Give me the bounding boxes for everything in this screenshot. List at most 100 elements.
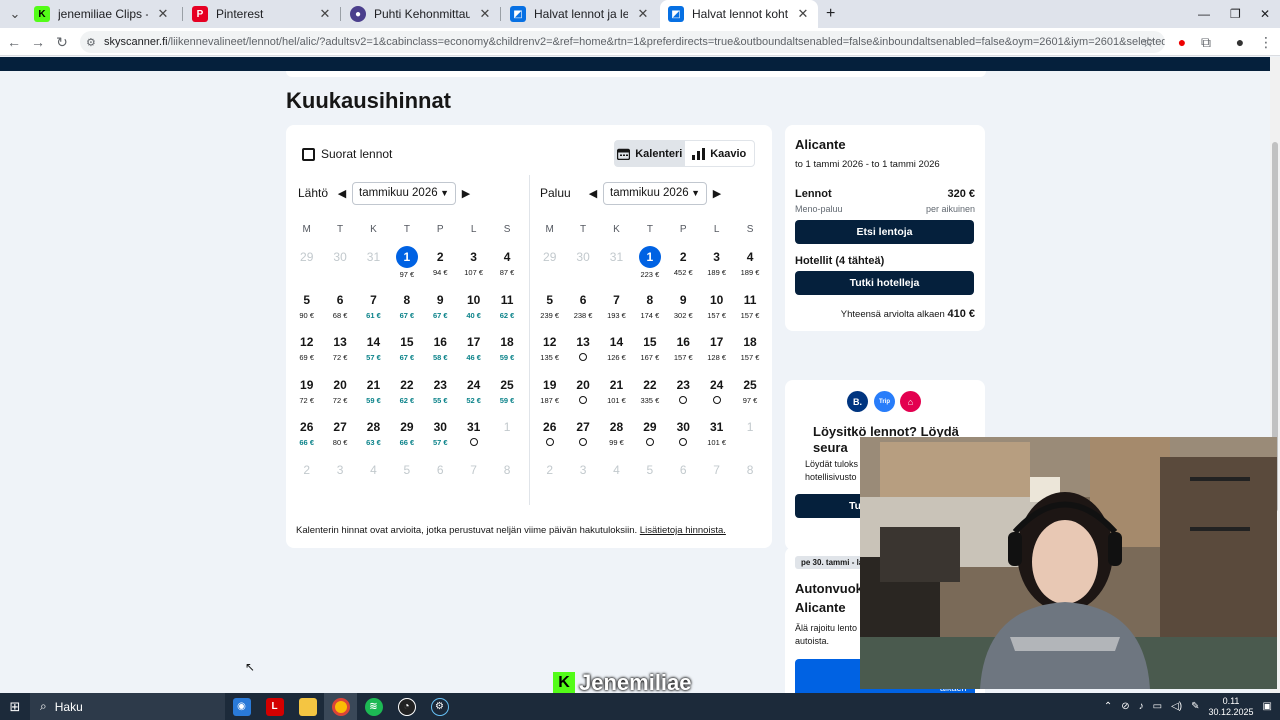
close-window-button[interactable]: ✕ [1252,0,1276,28]
direct-flights-checkbox[interactable]: Suorat lennot [302,147,392,161]
prev-month-button[interactable]: ◀ [332,187,352,200]
calendar-day[interactable]: 28 99 € [600,418,633,461]
calendar-day[interactable]: 25 97 € [733,376,766,419]
extensions-button[interactable]: ⧉ [1196,32,1216,52]
browser-tab-3[interactable]: ◩ Halvat lennot ja lentoliput kaikki ✕ [502,0,658,28]
browser-tab-1[interactable]: P Pinterest ✕ [184,0,340,28]
prev-month-button[interactable]: ◀ [583,187,603,200]
calendar-day[interactable]: 9 67 € [424,291,457,334]
calendar-day[interactable]: 22 62 € [390,376,423,419]
calendar-day[interactable]: 3 189 € [700,248,733,291]
calendar-day[interactable]: 24 52 € [457,376,490,419]
calendar-day[interactable]: 9 302 € [667,291,700,334]
calendar-day[interactable]: 7 193 € [600,291,633,334]
calendar-day[interactable]: 26 66 € [290,418,323,461]
close-icon[interactable]: ✕ [478,6,492,22]
browser-tab-4[interactable]: ◩ Halvat lennot kohteesta Helsinki ✕ [660,0,818,28]
chart-view-button[interactable]: Kaavio [685,141,755,166]
calendar-day[interactable]: 31 101 € [700,418,733,461]
calendar-day[interactable]: 27 80 € [323,418,356,461]
calendar-day[interactable]: 2 94 € [424,248,457,291]
calendar-day[interactable]: 5 90 € [290,291,323,334]
calendar-day[interactable]: 4 189 € [733,248,766,291]
browser-tab-2[interactable]: ● Puhti Kehonmittaus ✕ [342,0,500,28]
ethernet-icon[interactable]: ▭ [1153,701,1162,712]
calendar-day[interactable]: 19 72 € [290,376,323,419]
calendar-day[interactable]: 24 [700,376,733,419]
calendar-day[interactable]: 26 [533,418,566,461]
taskbar-app-widgets[interactable]: ◉ [225,693,258,720]
calendar-day[interactable]: 14 57 € [357,333,390,376]
calendar-view-button[interactable]: Kalenteri [615,141,685,166]
minimize-button[interactable]: — [1190,0,1214,28]
return-month-select[interactable]: tammikuu 2026 ▼ [603,181,707,205]
close-icon[interactable]: ✕ [796,6,810,22]
browser-tab-0[interactable]: Kjenemiliae Clips - Watch Live on ✕ [26,0,178,28]
calendar-day[interactable]: 30 57 € [424,418,457,461]
taskbar-app-steam[interactable]: ⚙ [423,693,456,720]
calendar-day[interactable]: 8 174 € [633,291,666,334]
network-off-icon[interactable]: ⊘ [1121,701,1129,712]
calendar-day[interactable]: 16 58 € [424,333,457,376]
opera-extension-button[interactable]: ● [1172,32,1192,52]
next-month-button[interactable]: ▶ [456,187,476,200]
calendar-day[interactable]: 10 157 € [700,291,733,334]
calendar-day[interactable]: 28 63 € [357,418,390,461]
back-button[interactable]: ← [4,32,24,52]
outbound-month-select[interactable]: tammikuu 2026 ▼ [352,181,456,205]
site-info-icon[interactable]: ⚙ [86,36,96,49]
calendar-day[interactable]: 11 157 € [733,291,766,334]
calendar-day[interactable]: 20 [566,376,599,419]
calendar-day[interactable]: 6 68 € [323,291,356,334]
menu-button[interactable]: ⋮ [1256,32,1276,52]
search-flights-button[interactable]: Etsi lentoja [795,220,974,244]
calendar-day[interactable]: 6 238 € [566,291,599,334]
calendar-day[interactable]: 15 67 € [390,333,423,376]
reload-button[interactable]: ↻ [52,32,72,52]
next-month-button[interactable]: ▶ [707,187,727,200]
taskbar-app-chrome[interactable] [324,693,357,720]
calendar-day[interactable]: 10 40 € [457,291,490,334]
calendar-day[interactable]: 29 66 € [390,418,423,461]
calendar-day[interactable]: 23 55 € [424,376,457,419]
calendar-day[interactable]: 11 62 € [490,291,523,334]
notification-icon[interactable]: ▣ [1263,701,1272,712]
calendar-day[interactable]: 18 157 € [733,333,766,376]
calendar-day[interactable]: 31 [457,418,490,461]
microphone-icon[interactable]: ♪ [1139,701,1144,712]
calendar-day[interactable]: 3 107 € [457,248,490,291]
calendar-day[interactable]: 21 101 € [600,376,633,419]
clock[interactable]: 0.11 30.12.2025 [1209,696,1254,718]
volume-icon[interactable]: ◁) [1171,701,1182,712]
calendar-day[interactable]: 15 167 € [633,333,666,376]
close-icon[interactable]: ✕ [156,6,170,22]
calendar-day[interactable]: 21 59 € [357,376,390,419]
start-button[interactable]: ⊞ [0,693,30,720]
taskbar-app-obs[interactable]: ◔ [390,693,423,720]
calendar-day[interactable]: 27 [566,418,599,461]
restore-button[interactable]: ❐ [1222,0,1246,28]
address-bar[interactable]: ⚙ skyscanner.fi/liikennevalineet/lennot/… [80,31,1165,53]
calendar-day[interactable]: 30 [667,418,700,461]
calendar-day[interactable]: 20 72 € [323,376,356,419]
price-info-link[interactable]: Lisätietoja hinnoista. [640,525,726,536]
calendar-day[interactable]: 22 335 € [633,376,666,419]
calendar-day[interactable]: 29 [633,418,666,461]
taskbar-app-spotify[interactable]: ≋ [357,693,390,720]
new-tab-button[interactable]: + [818,0,842,28]
calendar-day[interactable]: 5 239 € [533,291,566,334]
calendar-day[interactable]: 14 126 € [600,333,633,376]
chevron-up-icon[interactable]: ⌃ [1104,701,1112,712]
calendar-day[interactable]: 18 59 € [490,333,523,376]
calendar-day[interactable]: 1 223 € [633,246,666,291]
profile-button[interactable]: ● [1230,32,1250,52]
bookmark-button[interactable]: ☆ [1138,32,1158,52]
calendar-day[interactable]: 16 157 € [667,333,700,376]
calendar-day[interactable]: 19 187 € [533,376,566,419]
calendar-day[interactable]: 4 87 € [490,248,523,291]
calendar-day[interactable]: 25 59 € [490,376,523,419]
search-hotels-button[interactable]: Tutki hotelleja [795,271,974,295]
calendar-day[interactable]: 1 97 € [390,246,423,291]
calendar-day[interactable]: 12 69 € [290,333,323,376]
calendar-day[interactable]: 17 128 € [700,333,733,376]
